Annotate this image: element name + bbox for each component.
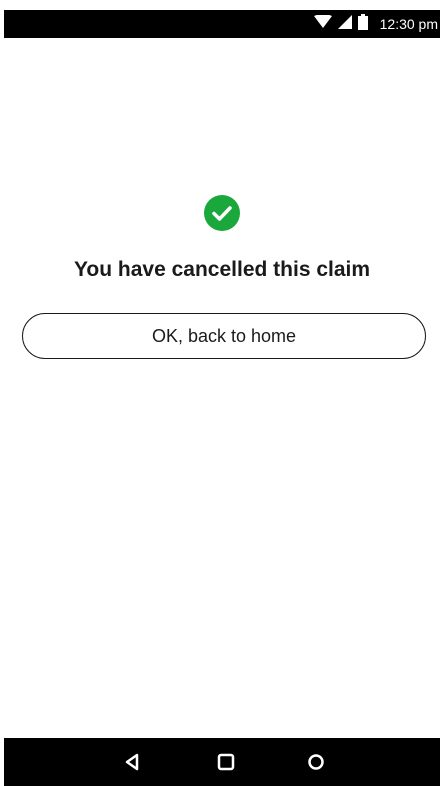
app-screen: 12:30 pm You have cancelled this claim O… <box>4 10 440 786</box>
back-to-home-label: OK, back to home <box>151 325 297 346</box>
wifi-icon <box>313 13 332 34</box>
status-bar: 12:30 pm <box>4 10 440 38</box>
status-icons: 12:30 pm <box>313 10 440 38</box>
back-to-home-button[interactable]: OK, back to home <box>22 313 426 359</box>
page-title: You have cancelled this claim <box>73 258 371 281</box>
main-content: You have cancelled this claim OK, back t… <box>4 38 440 738</box>
back-icon[interactable] <box>120 750 144 774</box>
check-circle-icon <box>204 195 240 231</box>
status-time: 12:30 pm <box>379 16 438 32</box>
recents-icon[interactable] <box>304 750 328 774</box>
home-icon[interactable] <box>214 750 238 774</box>
navigation-bar <box>4 738 440 786</box>
signal-icon <box>337 14 352 34</box>
battery-icon <box>357 13 368 35</box>
